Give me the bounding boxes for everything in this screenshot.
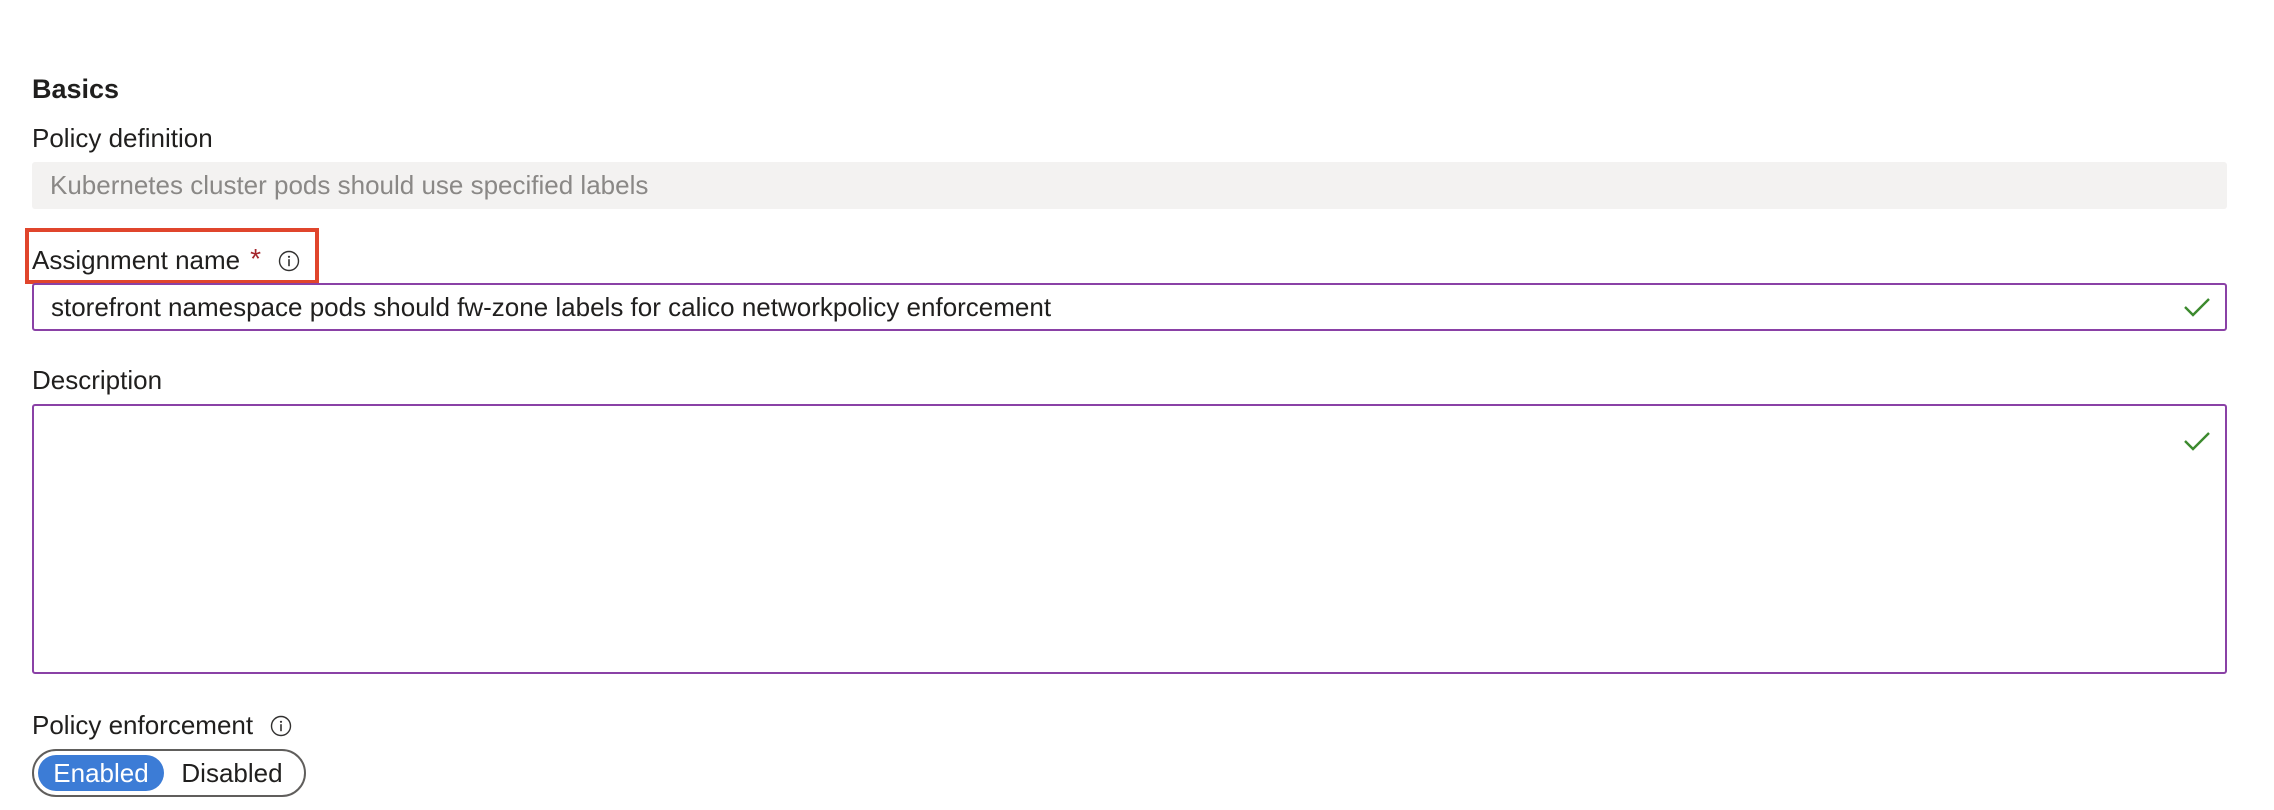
toggle-option-disabled[interactable]: Disabled (164, 755, 300, 791)
info-icon[interactable] (270, 715, 292, 737)
checkmark-icon (2184, 432, 2210, 451)
toggle-option-enabled[interactable]: Enabled (38, 755, 164, 791)
assignment-name-value: storefront namespace pods should fw-zone… (51, 291, 1052, 322)
checkmark-icon (2184, 298, 2210, 317)
info-icon[interactable] (278, 250, 300, 272)
assignment-name-label-group: Assignment name * (32, 242, 300, 276)
section-title: Basics (32, 74, 120, 104)
assignment-name-label: Assignment name (32, 245, 241, 275)
required-marker: * (250, 242, 262, 274)
description-textarea[interactable] (32, 404, 2227, 674)
assignment-name-input[interactable]: storefront namespace pods should fw-zone… (32, 283, 2227, 331)
policy-enforcement-label: Policy enforcement (32, 710, 254, 740)
policy-definition-field: Kubernetes cluster pods should use speci… (32, 162, 2227, 209)
policy-definition-label: Policy definition (32, 123, 213, 153)
description-label: Description (32, 365, 163, 395)
policy-definition-value: Kubernetes cluster pods should use speci… (50, 170, 649, 200)
policy-enforcement-toggle[interactable]: Enabled Disabled (32, 749, 306, 797)
policy-assignment-basics-form: Basics Policy definition Kubernetes clus… (0, 0, 2274, 810)
policy-enforcement-label-group: Policy enforcement (32, 710, 292, 741)
